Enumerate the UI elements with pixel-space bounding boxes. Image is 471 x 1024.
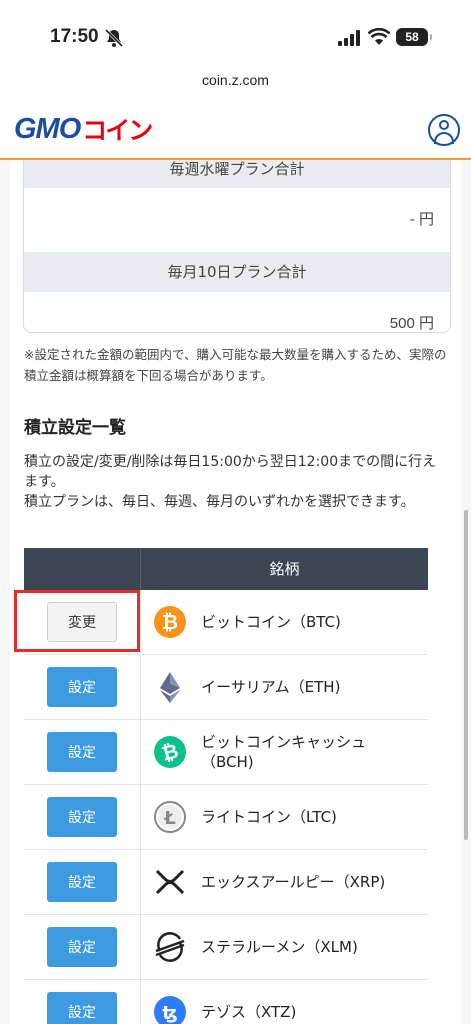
scrollbar[interactable] — [464, 510, 468, 840]
stellar-icon — [153, 930, 187, 964]
disclaimer-note: ※設定された金額の範囲内で、購入可能な最大数量を購入するため、実際の積立金額は概… — [24, 347, 447, 383]
wifi-icon — [368, 28, 390, 45]
monthly-10-total-label: 毎月10日プラン合計 — [24, 252, 450, 292]
bitcoin-icon: ₿ — [153, 605, 187, 639]
setting-button-ltc[interactable]: 設定 — [47, 797, 117, 837]
litecoin-icon: Ł — [153, 800, 187, 834]
table-row-xtz: 設定 ꜩ テゾス（XTZ) — [24, 980, 428, 1024]
ethereum-icon — [153, 670, 187, 704]
setting-button-bch[interactable]: 設定 — [47, 732, 117, 772]
coin-name: イーサリアム（ETH) — [201, 678, 341, 696]
status-time: 17:50 — [50, 26, 99, 47]
svg-text:Ł: Ł — [163, 808, 176, 829]
setting-button-eth[interactable]: 設定 — [47, 667, 117, 707]
coin-name: テゾス（XTZ) — [201, 1003, 297, 1021]
coin-name: エックスアールピー（XRP) — [201, 873, 386, 891]
table-row-ltc: 設定 Ł ライトコイン（LTC) — [24, 785, 428, 850]
coin-name: ビットコインキャッシュ（BCH) — [201, 733, 367, 771]
setting-button-xtz[interactable]: 設定 — [47, 992, 117, 1024]
weekly-wed-total-value: - 円 — [409, 211, 434, 228]
table-header: 銘柄 — [24, 548, 428, 590]
address-bar-url[interactable]: coin.z.com — [0, 72, 471, 88]
table-row-bch: 設定 ₿ ビットコインキャッシュ（BCH) — [24, 720, 428, 785]
section-title: 積立設定一覧 — [24, 418, 126, 438]
table-header-action — [24, 548, 141, 590]
bell-muted-icon — [104, 28, 124, 48]
svg-text:ꜩ: ꜩ — [162, 1003, 177, 1024]
weekly-wed-total-label: 毎週水曜プラン合計 — [24, 160, 450, 188]
account-icon[interactable] — [428, 114, 460, 146]
setting-button-xlm[interactable]: 設定 — [47, 927, 117, 967]
plan-summary-box: 毎週水曜プラン合計 - 円 毎月10日プラン合計 500 円 — [23, 160, 451, 333]
desc-line-1: 積立の設定/変更/削除は毎日15:00から翌日12:00までの間に行えます。 — [24, 454, 437, 490]
bitcoin-cash-icon: ₿ — [153, 735, 187, 769]
svg-text:₿: ₿ — [162, 610, 178, 634]
battery-icon: 58 — [396, 28, 432, 46]
tezos-icon: ꜩ — [153, 995, 187, 1024]
signal-icon — [338, 30, 360, 46]
gmo-coin-logo[interactable]: GMO コイン — [14, 113, 153, 146]
coin-name: ビットコイン（BTC) — [201, 613, 341, 631]
section-description: 積立の設定/変更/削除は毎日15:00から翌日12:00までの間に行えます。 積… — [24, 452, 449, 512]
coin-name: ライトコイン（LTC) — [201, 808, 337, 826]
table-row-xrp: 設定 エックスアールピー（XRP) — [24, 850, 428, 915]
xrp-icon — [153, 865, 187, 899]
status-bar: 17:50 58 — [0, 0, 471, 60]
table-header-symbol: 銘柄 — [269, 560, 300, 578]
site-header: GMO コイン — [0, 100, 471, 160]
table-row-eth: 設定 イーサリアム（ETH) — [24, 655, 428, 720]
coin-name: ステラルーメン（XLM) — [201, 938, 358, 956]
desc-line-2: 積立プランは、毎日、毎週、毎月のいずれかを選択できます。 — [24, 494, 415, 510]
table-row-xlm: 設定 ステラルーメン（XLM) — [24, 915, 428, 980]
setting-button-xrp[interactable]: 設定 — [47, 862, 117, 902]
monthly-10-total-value: 500 円 — [389, 315, 434, 332]
highlight-box — [14, 590, 140, 652]
